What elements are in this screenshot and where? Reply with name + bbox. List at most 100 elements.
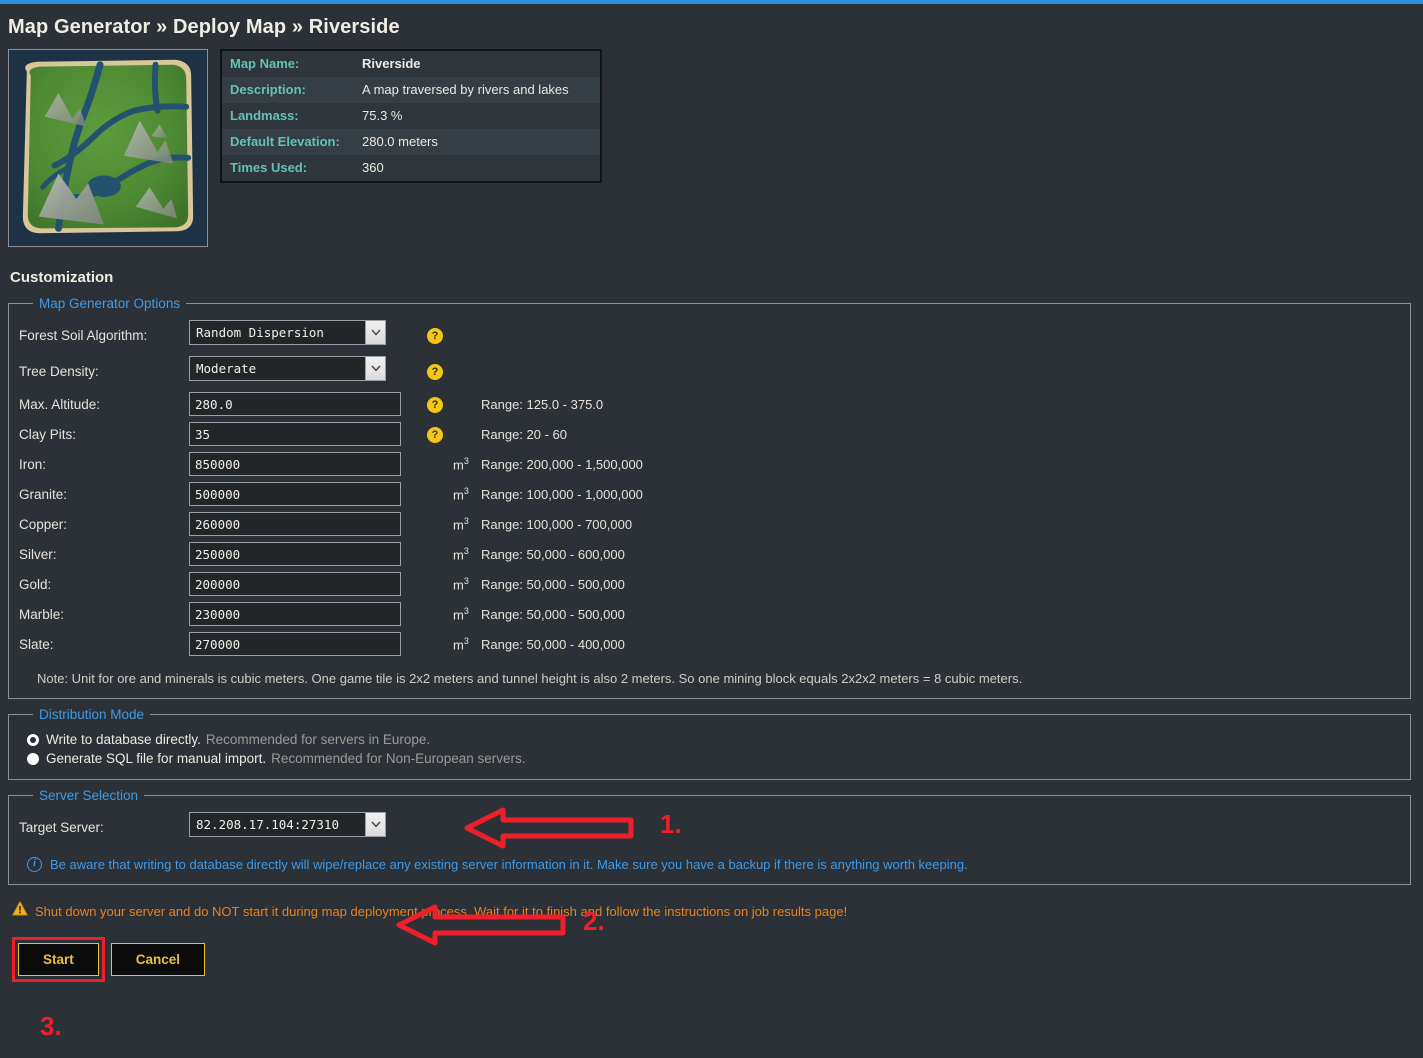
help-icon[interactable]: ? (427, 364, 443, 380)
field-row-iron: Iron: m3 Range: 200,000 - 1,500,000 (19, 449, 643, 479)
field-row-target-server: Target Server: 82.208.17.104:27310 (19, 809, 417, 845)
page-container: Map Generator » Deploy Map » Riverside M… (0, 16, 1423, 1041)
help-icon[interactable]: ? (427, 328, 443, 344)
map-generator-options-form: Forest Soil Algorithm: Random Dispersion… (19, 317, 643, 659)
distribution-option-hint: Recommended for servers in Europe. (205, 732, 431, 747)
slate-input[interactable] (189, 632, 401, 656)
server-selection-panel: Server Selection Target Server: 82.208.1… (8, 788, 1411, 885)
gold-unit: m3 (453, 575, 469, 593)
field-row-max-altitude: Max. Altitude: ? Range: 125.0 - 375.0 (19, 389, 643, 419)
marble-unit: m3 (453, 605, 469, 623)
form-actions: Start Cancel (12, 937, 1415, 982)
distribution-option-hint: Recommended for Non-European servers. (271, 751, 526, 766)
ore-unit-note: Note: Unit for ore and minerals is cubic… (37, 671, 1023, 686)
forest-soil-algorithm-value: Random Dispersion (196, 325, 324, 340)
annotation-number-3: 3. (40, 1011, 62, 1041)
server-selection-legend: Server Selection (39, 788, 139, 803)
map-preview-thumbnail[interactable] (8, 49, 208, 247)
iron-range: Range: 200,000 - 1,500,000 (481, 456, 643, 472)
top-accent-bar (0, 0, 1423, 4)
distribution-option-label: Generate SQL file for manual import. (46, 751, 267, 766)
help-icon[interactable]: ? (427, 427, 443, 443)
iron-label: Iron: (19, 456, 47, 472)
granite-range: Range: 100,000 - 1,000,000 (481, 486, 643, 502)
marble-input[interactable] (189, 602, 401, 626)
chevron-down-icon[interactable] (365, 321, 385, 344)
max-altitude-input[interactable] (189, 392, 401, 416)
clay-pits-input[interactable] (189, 422, 401, 446)
map-info-value: A map traversed by rivers and lakes (362, 82, 569, 97)
copper-unit: m3 (453, 515, 469, 533)
chevron-down-icon[interactable] (365, 813, 385, 836)
distribution-mode-panel: Distribution Mode Write to database dire… (8, 707, 1411, 780)
map-info-label: Times Used: (230, 160, 308, 175)
max-altitude-range: Range: 125.0 - 375.0 (481, 396, 604, 412)
distribution-option-label: Write to database directly. (46, 732, 201, 747)
field-row-granite: Granite: m3 Range: 100,000 - 1,000,000 (19, 479, 643, 509)
map-info-value: 360 (362, 160, 384, 175)
map-info-label: Default Elevation: (230, 134, 340, 149)
slate-unit: m3 (453, 635, 469, 653)
forest-soil-algorithm-label: Forest Soil Algorithm: (19, 327, 148, 343)
radio-write-to-database[interactable] (27, 733, 39, 746)
map-generator-options-legend: Map Generator Options (39, 296, 181, 311)
server-selection-info: i Be aware that writing to database dire… (27, 857, 1400, 872)
server-selection-info-text: Be aware that writing to database direct… (50, 857, 968, 872)
map-info-label: Description: (230, 82, 306, 97)
max-altitude-label: Max. Altitude: (19, 396, 101, 412)
field-row-clay-pits: Clay Pits: ? Range: 20 - 60 (19, 419, 643, 449)
marble-label: Marble: (19, 606, 65, 622)
silver-range: Range: 50,000 - 600,000 (481, 546, 625, 562)
distribution-mode-legend: Distribution Mode (39, 707, 145, 722)
tree-density-value: Moderate (196, 361, 257, 376)
chevron-down-icon[interactable] (365, 357, 385, 380)
map-info-value: Riverside (362, 56, 421, 71)
map-info-value: 280.0 meters (362, 134, 438, 149)
radio-generate-sql-file[interactable] (27, 752, 39, 765)
tree-density-select[interactable]: Moderate (189, 356, 386, 381)
silver-label: Silver: (19, 546, 57, 562)
table-row: Default Elevation: 280.0 meters (222, 129, 600, 155)
silver-input[interactable] (189, 542, 401, 566)
iron-input[interactable] (189, 452, 401, 476)
table-row: Map Name: Riverside (222, 51, 600, 77)
distribution-option-generate-sql[interactable]: Generate SQL file for manual import. Rec… (27, 751, 1400, 766)
clay-pits-label: Clay Pits: (19, 426, 77, 442)
info-icon: i (27, 857, 42, 872)
forest-soil-algorithm-select[interactable]: Random Dispersion (189, 320, 386, 345)
table-row: Landmass: 75.3 % (222, 103, 600, 129)
customization-heading: Customization (10, 269, 114, 286)
tree-density-label: Tree Density: (19, 363, 99, 379)
copper-range: Range: 100,000 - 700,000 (481, 516, 633, 532)
granite-label: Granite: (19, 486, 68, 502)
field-row-marble: Marble: m3 Range: 50,000 - 500,000 (19, 599, 643, 629)
table-row: Times Used: 360 (222, 155, 600, 181)
iron-unit: m3 (453, 455, 469, 473)
map-header-block: Map Name: Riverside Description: A map t… (8, 49, 1415, 247)
copper-input[interactable] (189, 512, 401, 536)
gold-input[interactable] (189, 572, 401, 596)
help-icon[interactable]: ? (427, 397, 443, 413)
marble-range: Range: 50,000 - 500,000 (481, 606, 625, 622)
map-preview-image (9, 50, 207, 246)
server-selection-form: Target Server: 82.208.17.104:27310 (19, 809, 417, 845)
granite-unit: m3 (453, 485, 469, 503)
distribution-option-write-to-database[interactable]: Write to database directly. Recommended … (27, 732, 1400, 747)
slate-range: Range: 50,000 - 400,000 (481, 636, 625, 652)
start-button[interactable]: Start (18, 943, 99, 976)
copper-label: Copper: (19, 516, 68, 532)
target-server-value: 82.208.17.104:27310 (196, 817, 339, 832)
target-server-label: Target Server: (19, 819, 104, 835)
cancel-button[interactable]: Cancel (110, 943, 206, 976)
granite-input[interactable] (189, 482, 401, 506)
silver-unit: m3 (453, 545, 469, 563)
field-row-silver: Silver: m3 Range: 50,000 - 600,000 (19, 539, 643, 569)
warning-triangle-icon (12, 901, 28, 921)
page-title: Map Generator » Deploy Map » Riverside (8, 16, 400, 38)
map-info-value: 75.3 % (362, 108, 403, 123)
deployment-warning-text: Shut down your server and do NOT start i… (35, 903, 848, 919)
map-info-label: Map Name: (230, 56, 300, 71)
deployment-warning: Shut down your server and do NOT start i… (12, 901, 1415, 921)
target-server-select[interactable]: 82.208.17.104:27310 (189, 812, 386, 837)
field-row-copper: Copper: m3 Range: 100,000 - 700,000 (19, 509, 643, 539)
